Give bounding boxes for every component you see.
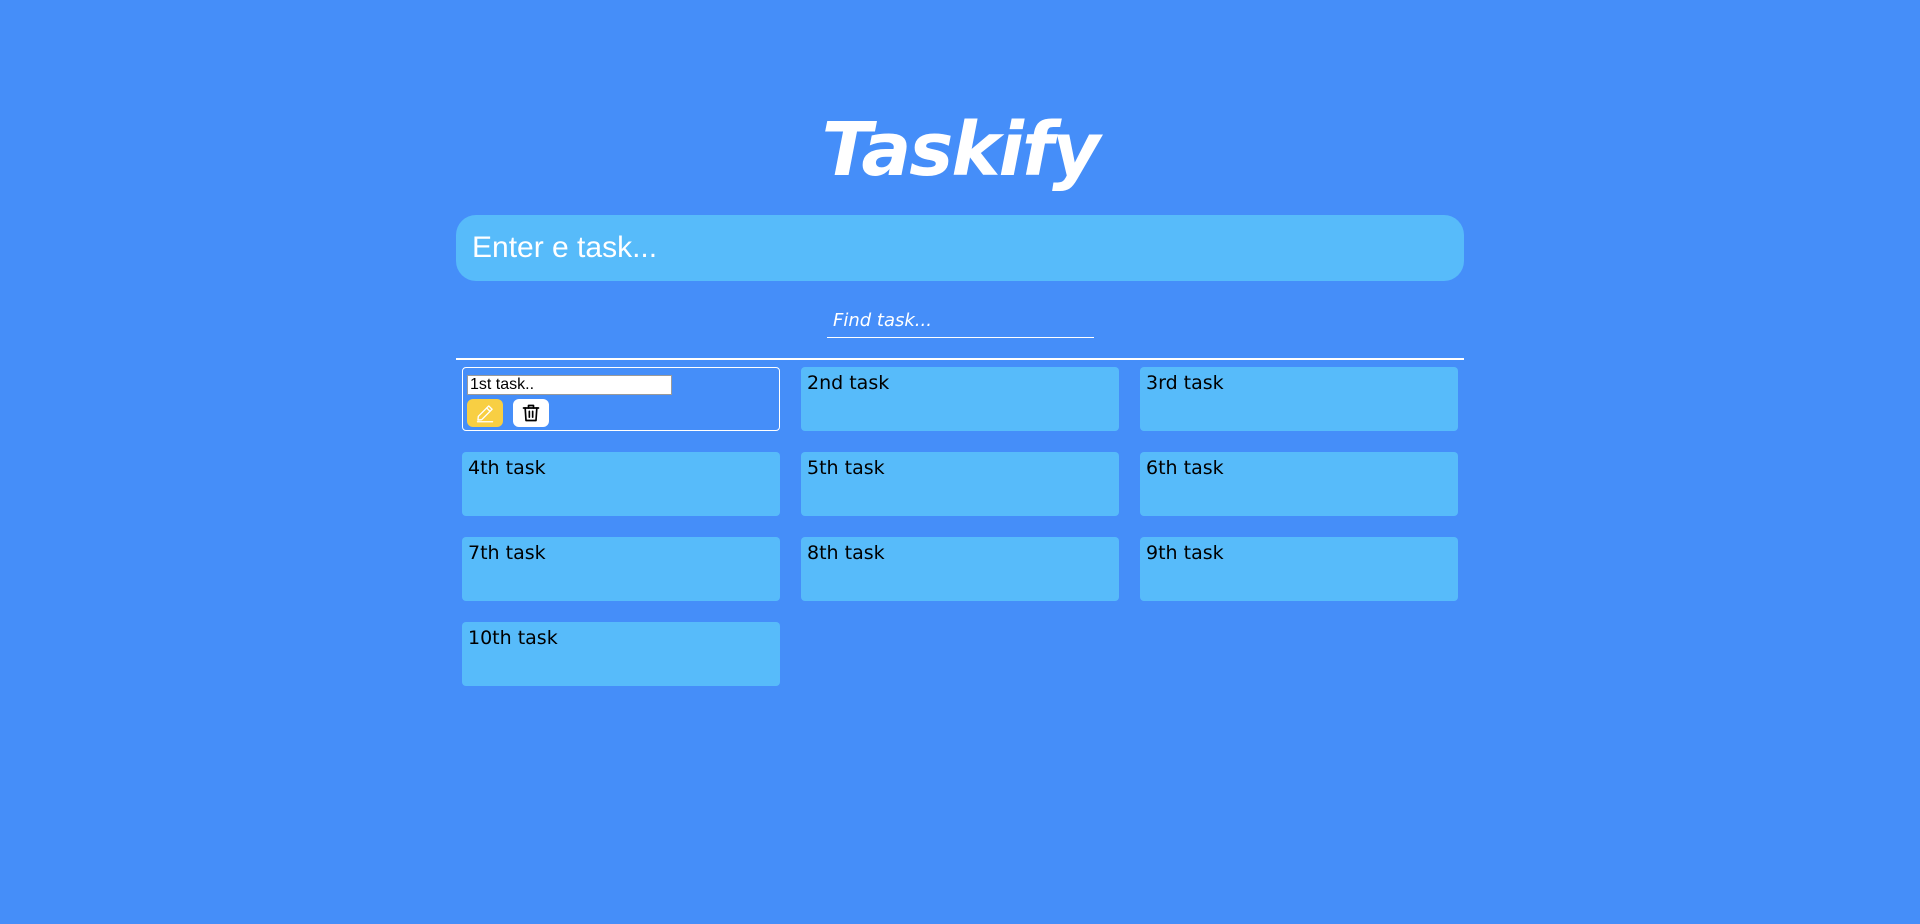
edit-task-button[interactable]: [467, 399, 503, 427]
task-card-8[interactable]: 8th task: [801, 537, 1119, 601]
task-label: 9th task: [1146, 542, 1224, 564]
task-label: 8th task: [807, 542, 885, 564]
edit-task-input[interactable]: [467, 375, 672, 395]
task-label: 3rd task: [1146, 372, 1224, 394]
app-logo: Taskify: [821, 107, 1101, 193]
task-label: 7th task: [468, 542, 546, 564]
task-actions: [467, 399, 775, 427]
pencil-icon: [475, 403, 495, 423]
task-label: 6th task: [1146, 457, 1224, 479]
task-card-2[interactable]: 2nd task: [801, 367, 1119, 431]
task-card-5[interactable]: 5th task: [801, 452, 1119, 516]
task-card-7[interactable]: 7th task: [462, 537, 780, 601]
task-grid: 2nd task 3rd task 4th task 5th task 6th …: [462, 367, 1458, 686]
task-card-6[interactable]: 6th task: [1140, 452, 1458, 516]
task-label: 2nd task: [807, 372, 890, 394]
find-task-input[interactable]: [827, 304, 1094, 338]
task-card-3[interactable]: 3rd task: [1140, 367, 1458, 431]
task-label: 10th task: [468, 627, 558, 649]
delete-task-button[interactable]: [513, 399, 549, 427]
task-label: 4th task: [468, 457, 546, 479]
task-card-10[interactable]: 10th task: [462, 622, 780, 686]
task-card-9[interactable]: 9th task: [1140, 537, 1458, 601]
task-card-4[interactable]: 4th task: [462, 452, 780, 516]
add-task-input[interactable]: [456, 215, 1464, 281]
task-label: 5th task: [807, 457, 885, 479]
trash-icon: [521, 402, 541, 424]
divider: [456, 358, 1464, 360]
task-card-editing: [462, 367, 780, 431]
